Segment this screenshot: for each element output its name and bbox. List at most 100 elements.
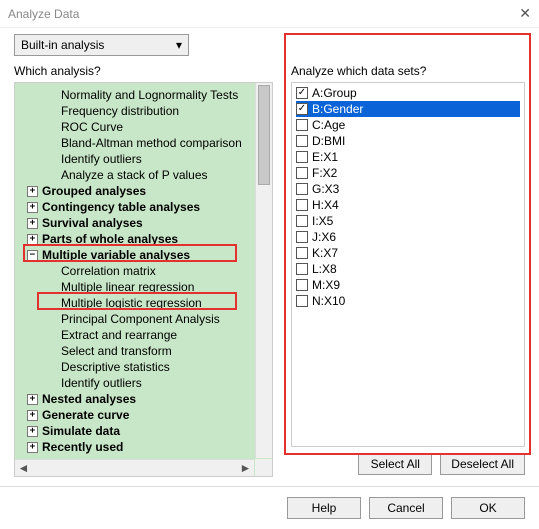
checkbox-icon[interactable]: [296, 231, 308, 243]
plus-icon[interactable]: [27, 410, 38, 421]
tree-node-label: Multiple variable analyses: [42, 247, 190, 263]
tree-node-label: Principal Component Analysis: [61, 311, 220, 327]
tree-node[interactable]: Identify outliers: [15, 151, 254, 167]
dataset-row[interactable]: G:X3: [296, 181, 520, 197]
tree-node[interactable]: Multiple logistic regression: [15, 295, 254, 311]
titlebar: Analyze Data ✕: [0, 0, 539, 28]
tree-node[interactable]: Normality and Lognormality Tests: [15, 87, 254, 103]
scroll-right-icon[interactable]: ►: [239, 462, 252, 475]
analysis-tree[interactable]: Normality and Lognormality TestsFrequenc…: [14, 82, 273, 477]
plus-icon[interactable]: [27, 202, 38, 213]
tree-node[interactable]: Grouped analyses: [15, 183, 254, 199]
checkbox-icon[interactable]: [296, 87, 308, 99]
datasets-list[interactable]: A:GroupB:GenderC:AgeD:BMIE:X1F:X2G:X3H:X…: [291, 82, 525, 447]
checkbox-icon[interactable]: [296, 119, 308, 131]
dataset-row[interactable]: A:Group: [296, 85, 520, 101]
tree-node[interactable]: Frequency distribution: [15, 103, 254, 119]
tree-node-label: Grouped analyses: [42, 183, 146, 199]
dataset-row[interactable]: H:X4: [296, 197, 520, 213]
tree-node[interactable]: Extract and rearrange: [15, 327, 254, 343]
dataset-label: G:X3: [312, 181, 339, 197]
tree-node-label: Analyze a stack of P values: [61, 167, 208, 183]
checkbox-icon[interactable]: [296, 103, 308, 115]
tree-node[interactable]: ROC Curve: [15, 119, 254, 135]
tree-node[interactable]: Identify outliers: [15, 375, 254, 391]
tree-node-label: Identify outliers: [61, 151, 142, 167]
tree-node[interactable]: Survival analyses: [15, 215, 254, 231]
dataset-label: F:X2: [312, 165, 337, 181]
tree-node[interactable]: Principal Component Analysis: [15, 311, 254, 327]
tree-node[interactable]: Descriptive statistics: [15, 359, 254, 375]
minus-icon[interactable]: [27, 250, 38, 261]
checkbox-icon[interactable]: [296, 199, 308, 211]
checkbox-icon[interactable]: [296, 215, 308, 227]
dataset-label: K:X7: [312, 245, 338, 261]
tree-node-label: Extract and rearrange: [61, 327, 177, 343]
dataset-row[interactable]: E:X1: [296, 149, 520, 165]
dataset-row[interactable]: M:X9: [296, 277, 520, 293]
tree-node[interactable]: Select and transform: [15, 343, 254, 359]
checkbox-icon[interactable]: [296, 295, 308, 307]
dataset-row[interactable]: I:X5: [296, 213, 520, 229]
dataset-row[interactable]: K:X7: [296, 245, 520, 261]
tree-node[interactable]: Multiple variable analyses: [15, 247, 254, 263]
deselect-all-button[interactable]: Deselect All: [440, 453, 525, 475]
plus-icon[interactable]: [27, 442, 38, 453]
dataset-label: M:X9: [312, 277, 340, 293]
tree-node-label: Select and transform: [61, 343, 172, 359]
plus-icon[interactable]: [27, 218, 38, 229]
tree-node[interactable]: Correlation matrix: [15, 263, 254, 279]
checkbox-icon[interactable]: [296, 151, 308, 163]
plus-icon[interactable]: [27, 186, 38, 197]
tree-node-label: Recently used: [42, 439, 123, 455]
horizontal-scrollbar[interactable]: ◄ ►: [15, 459, 254, 476]
dataset-row[interactable]: L:X8: [296, 261, 520, 277]
dataset-label: E:X1: [312, 149, 338, 165]
scroll-thumb[interactable]: [258, 85, 270, 185]
plus-icon[interactable]: [27, 426, 38, 437]
plus-icon[interactable]: [27, 394, 38, 405]
tree-node[interactable]: Bland-Altman method comparison: [15, 135, 254, 151]
window-title: Analyze Data: [8, 7, 519, 21]
help-button[interactable]: Help: [287, 497, 361, 519]
tree-node-label: Contingency table analyses: [42, 199, 200, 215]
checkbox-icon[interactable]: [296, 279, 308, 291]
checkbox-icon[interactable]: [296, 263, 308, 275]
checkbox-icon[interactable]: [296, 247, 308, 259]
tree-node[interactable]: Generate curve: [15, 407, 254, 423]
dataset-label: D:BMI: [312, 133, 345, 149]
ok-button[interactable]: OK: [451, 497, 525, 519]
checkbox-icon[interactable]: [296, 167, 308, 179]
tree-node[interactable]: Recently used: [15, 439, 254, 455]
dataset-row[interactable]: C:Age: [296, 117, 520, 133]
dataset-row[interactable]: B:Gender: [296, 101, 520, 117]
dataset-label: J:X6: [312, 229, 336, 245]
tree-node[interactable]: Simulate data: [15, 423, 254, 439]
checkbox-icon[interactable]: [296, 183, 308, 195]
tree-node[interactable]: Analyze a stack of P values: [15, 167, 254, 183]
tree-node-label: Survival analyses: [42, 215, 143, 231]
vertical-scrollbar[interactable]: [255, 83, 272, 458]
tree-node[interactable]: Nested analyses: [15, 391, 254, 407]
which-analysis-label: Which analysis?: [14, 64, 273, 78]
dataset-label: N:X10: [312, 293, 345, 309]
dataset-row[interactable]: N:X10: [296, 293, 520, 309]
select-all-button[interactable]: Select All: [358, 453, 432, 475]
dialog-footer: Help Cancel OK: [0, 486, 539, 529]
dataset-row[interactable]: F:X2: [296, 165, 520, 181]
dataset-row[interactable]: D:BMI: [296, 133, 520, 149]
tree-node[interactable]: Parts of whole analyses: [15, 231, 254, 247]
checkbox-icon[interactable]: [296, 135, 308, 147]
close-icon[interactable]: ✕: [519, 5, 531, 22]
dataset-label: H:X4: [312, 197, 339, 213]
tree-node-label: Frequency distribution: [61, 103, 179, 119]
plus-icon[interactable]: [27, 234, 38, 245]
tree-node-label: Identify outliers: [61, 375, 142, 391]
scroll-left-icon[interactable]: ◄: [17, 462, 30, 475]
tree-node[interactable]: Contingency table analyses: [15, 199, 254, 215]
dataset-row[interactable]: J:X6: [296, 229, 520, 245]
scroll-corner: [255, 459, 272, 476]
tree-node[interactable]: Multiple linear regression: [15, 279, 254, 295]
cancel-button[interactable]: Cancel: [369, 497, 443, 519]
analysis-source-dropdown[interactable]: Built-in analysis ▾: [14, 34, 189, 56]
